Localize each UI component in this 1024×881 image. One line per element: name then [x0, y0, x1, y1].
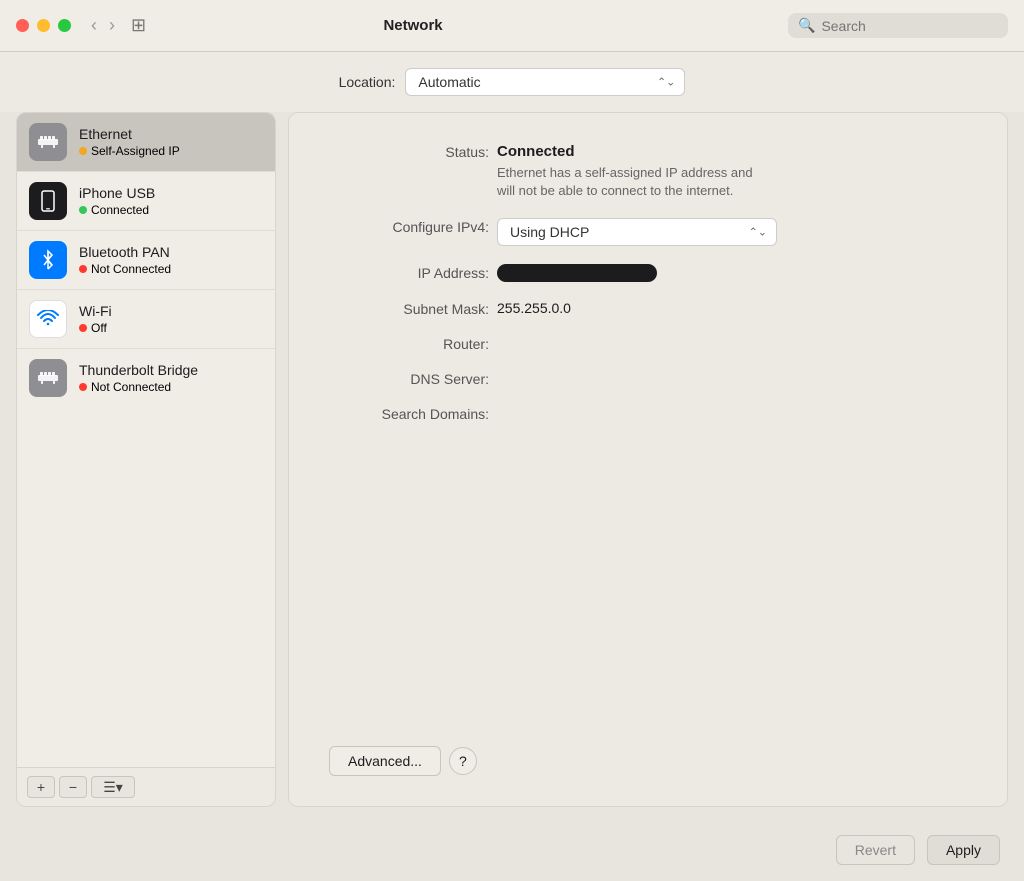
- configure-ipv4-select-wrapper: Using DHCP Manually BOOTP Off: [497, 218, 777, 246]
- thunderbolt-icon: [29, 359, 67, 397]
- sidebar-list: Ethernet Self-Assigned IP: [17, 113, 275, 767]
- subnet-mask-label: Subnet Mask:: [329, 300, 489, 317]
- status-description: Ethernet has a self-assigned IP address …: [497, 164, 753, 200]
- location-select-wrapper: Automatic Edit Locations...: [405, 68, 685, 96]
- revert-button[interactable]: Revert: [836, 835, 915, 865]
- wifi-icon: [29, 300, 67, 338]
- iphone-usb-name: iPhone USB: [79, 185, 155, 201]
- status-group: Connected Ethernet has a self-assigned I…: [497, 143, 753, 200]
- ethernet-name: Ethernet: [79, 126, 180, 142]
- search-icon: 🔍: [798, 17, 815, 34]
- sidebar-item-wifi[interactable]: Wi-Fi Off: [17, 290, 275, 349]
- sidebar-item-ethernet[interactable]: Ethernet Self-Assigned IP: [17, 113, 275, 172]
- sidebar-item-bluetooth[interactable]: Bluetooth PAN Not Connected: [17, 231, 275, 290]
- ip-address-row: IP Address:: [329, 264, 967, 282]
- dns-server-row: DNS Server:: [329, 370, 967, 387]
- remove-network-button[interactable]: −: [59, 776, 87, 798]
- ethernet-info: Ethernet Self-Assigned IP: [79, 126, 180, 158]
- wifi-name: Wi-Fi: [79, 303, 112, 319]
- search-box[interactable]: 🔍: [788, 13, 1008, 38]
- wifi-status: Off: [79, 321, 112, 335]
- search-domains-row: Search Domains:: [329, 405, 967, 422]
- iphone-usb-status: Connected: [79, 203, 155, 217]
- bluetooth-icon: [29, 241, 67, 279]
- wifi-status-dot: [79, 324, 87, 332]
- close-button[interactable]: [16, 19, 29, 32]
- dns-server-label: DNS Server:: [329, 370, 489, 387]
- action-menu-button[interactable]: ☰ ▾: [91, 776, 135, 798]
- subnet-mask-row: Subnet Mask: 255.255.0.0: [329, 300, 967, 317]
- detail-spacer: [329, 440, 967, 730]
- iphone-icon: [29, 182, 67, 220]
- sidebar: Ethernet Self-Assigned IP: [16, 112, 276, 807]
- configure-ipv4-select[interactable]: Using DHCP Manually BOOTP Off: [497, 218, 777, 246]
- sidebar-footer: + − ☰ ▾: [17, 767, 275, 806]
- configure-ipv4-row: Configure IPv4: Using DHCP Manually BOOT…: [329, 218, 967, 246]
- main-content: Ethernet Self-Assigned IP: [0, 112, 1024, 823]
- wifi-info: Wi-Fi Off: [79, 303, 112, 335]
- detail-footer-left: Advanced... ?: [329, 746, 967, 776]
- iphone-usb-status-dot: [79, 206, 87, 214]
- thunderbolt-status-dot: [79, 383, 87, 391]
- search-domains-label: Search Domains:: [329, 405, 489, 422]
- apply-button[interactable]: Apply: [927, 835, 1000, 865]
- thunderbolt-status: Not Connected: [79, 380, 198, 394]
- subnet-mask-value: 255.255.0.0: [497, 300, 571, 316]
- location-bar: Location: Automatic Edit Locations...: [0, 52, 1024, 112]
- chevron-down-icon: ▾: [116, 779, 123, 796]
- gear-icon: ☰: [103, 779, 116, 796]
- configure-ipv4-label: Configure IPv4:: [329, 218, 489, 235]
- ethernet-status: Self-Assigned IP: [79, 144, 180, 158]
- ip-address-redacted: [497, 264, 657, 282]
- ethernet-icon: [29, 123, 67, 161]
- titlebar-title: Network: [38, 17, 788, 34]
- iphone-usb-info: iPhone USB Connected: [79, 185, 155, 217]
- ethernet-status-dot: [79, 147, 87, 155]
- bluetooth-info: Bluetooth PAN Not Connected: [79, 244, 171, 276]
- titlebar: ‹ › ⊞ Network 🔍: [0, 0, 1024, 52]
- location-label: Location:: [339, 74, 396, 90]
- add-network-button[interactable]: +: [27, 776, 55, 798]
- thunderbolt-name: Thunderbolt Bridge: [79, 362, 198, 378]
- help-button[interactable]: ?: [449, 747, 477, 775]
- bottom-bar: Revert Apply: [0, 823, 1024, 881]
- search-input[interactable]: [821, 18, 998, 34]
- bluetooth-status-dot: [79, 265, 87, 273]
- router-label: Router:: [329, 335, 489, 352]
- router-row: Router:: [329, 335, 967, 352]
- advanced-button[interactable]: Advanced...: [329, 746, 441, 776]
- detail-panel: Status: Connected Ethernet has a self-as…: [288, 112, 1008, 807]
- detail-footer: Advanced... ?: [329, 746, 967, 776]
- sidebar-item-iphone-usb[interactable]: iPhone USB Connected: [17, 172, 275, 231]
- location-select[interactable]: Automatic Edit Locations...: [405, 68, 685, 96]
- bluetooth-status: Not Connected: [79, 262, 171, 276]
- status-value: Connected: [497, 143, 753, 160]
- ip-address-label: IP Address:: [329, 264, 489, 281]
- bluetooth-name: Bluetooth PAN: [79, 244, 171, 260]
- thunderbolt-info: Thunderbolt Bridge Not Connected: [79, 362, 198, 394]
- status-row: Status: Connected Ethernet has a self-as…: [329, 143, 967, 200]
- status-label: Status:: [329, 143, 489, 160]
- sidebar-item-thunderbolt[interactable]: Thunderbolt Bridge Not Connected: [17, 349, 275, 407]
